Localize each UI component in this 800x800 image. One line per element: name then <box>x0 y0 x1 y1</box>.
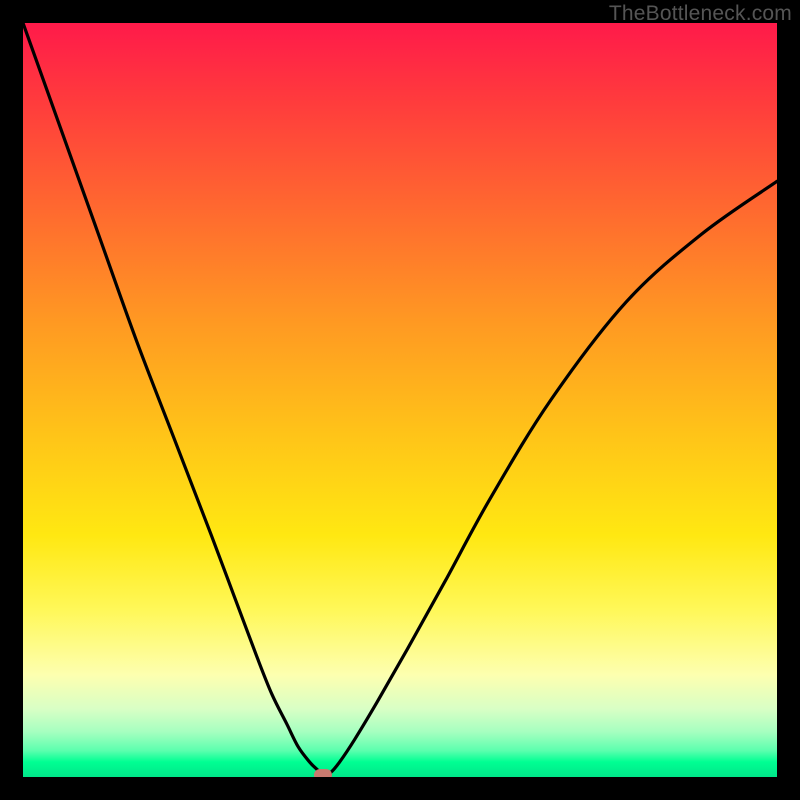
bottleneck-curve <box>23 23 777 775</box>
minimum-marker <box>314 769 332 777</box>
curve-svg <box>23 23 777 777</box>
chart-container: TheBottleneck.com <box>0 0 800 800</box>
plot-area <box>23 23 777 777</box>
watermark-text: TheBottleneck.com <box>609 2 792 26</box>
